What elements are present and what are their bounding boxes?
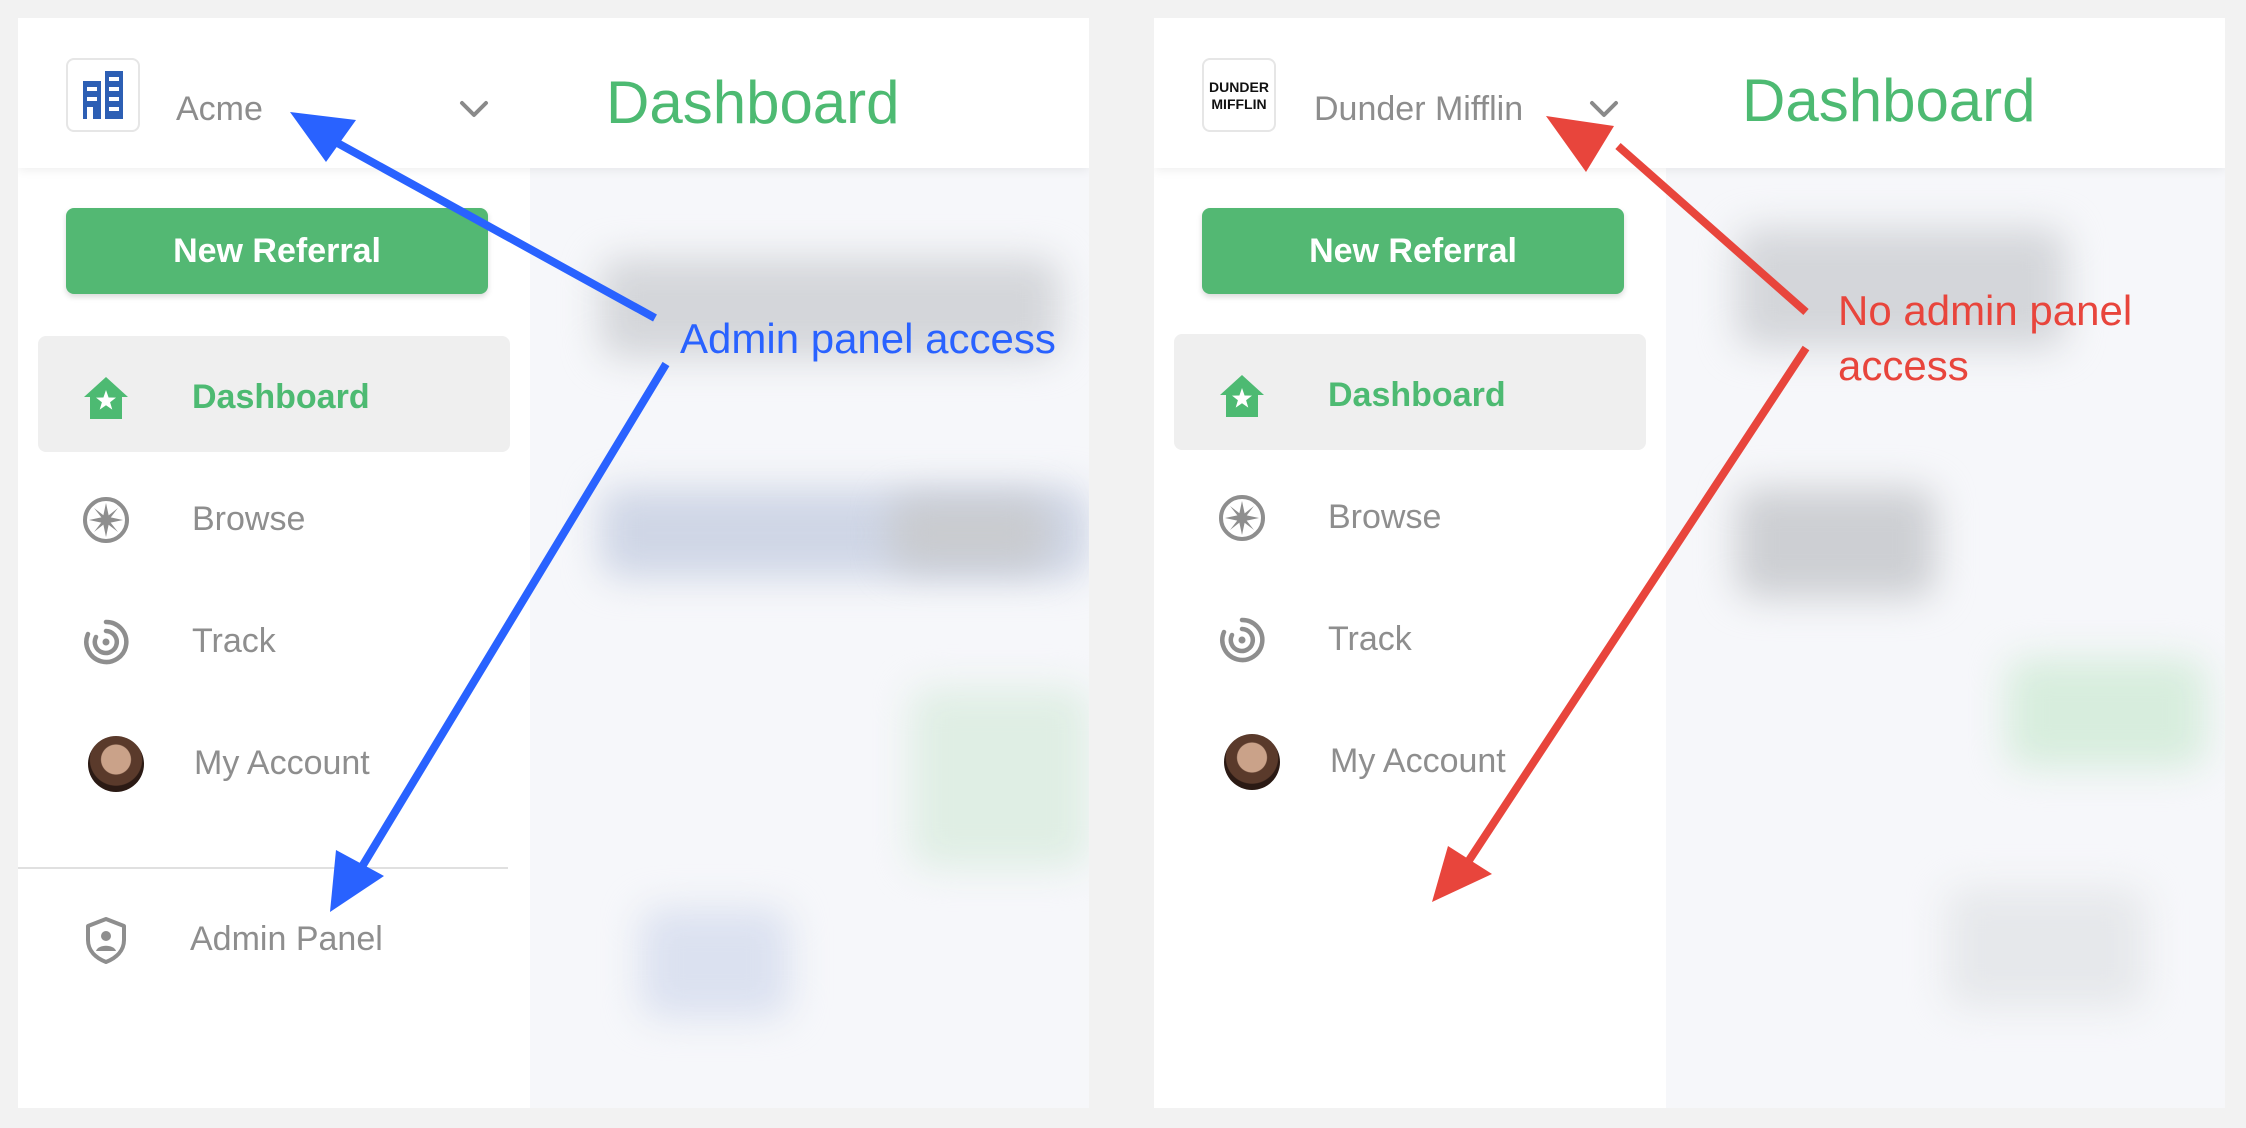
sidebar-item-browse[interactable]: Browse <box>1174 456 1646 572</box>
sidebar-item-label: My Account <box>194 744 370 782</box>
target-icon <box>1220 617 1265 663</box>
page-title: Dashboard <box>606 69 900 136</box>
sidebar-item-label: Admin Panel <box>190 920 383 958</box>
svg-text:DUNDER: DUNDER <box>1209 79 1269 95</box>
sidebar-item-my-account[interactable]: My Account <box>38 702 510 818</box>
building-icon <box>83 71 123 119</box>
sidebar-item-label: Dashboard <box>192 378 370 416</box>
sidebar-item-dashboard[interactable]: Dashboard <box>38 336 510 452</box>
header: DUNDER MIFFLIN Dunder Mifflin Dashboard <box>1154 18 2225 168</box>
home-star-icon <box>1220 375 1264 417</box>
annotation-admin-access: Admin panel access <box>680 315 1056 362</box>
org-logo[interactable] <box>66 58 140 132</box>
sidebar-item-my-account[interactable]: My Account <box>1174 700 1646 816</box>
acme-screen: Acme Dashboard New Referral Dashboard Br… <box>18 18 1089 1108</box>
blurred-content <box>530 168 1089 1108</box>
chevron-down-icon[interactable] <box>456 95 492 123</box>
sidebar-item-track[interactable]: Track <box>38 580 510 696</box>
shield-user-icon <box>86 917 126 964</box>
sidebar-item-label: My Account <box>1330 742 1506 780</box>
sidebar: New Referral Dashboard Browse Track My A… <box>1154 168 1666 1108</box>
org-logo[interactable]: DUNDER MIFFLIN <box>1202 58 1276 132</box>
compass-icon <box>1219 495 1265 541</box>
comparison-stage: Acme Dashboard New Referral Dashboard Br… <box>0 0 2246 1128</box>
avatar <box>1224 734 1280 790</box>
target-icon <box>84 619 129 665</box>
sidebar-item-label: Browse <box>1328 498 1442 536</box>
sidebar-item-label: Track <box>192 622 276 660</box>
sidebar-item-browse[interactable]: Browse <box>38 458 510 574</box>
compass-icon <box>83 497 129 543</box>
org-name[interactable]: Dunder Mifflin <box>1314 92 1523 126</box>
sidebar-item-dashboard[interactable]: Dashboard <box>1174 334 1646 450</box>
sidebar-item-label: Track <box>1328 620 1412 658</box>
new-referral-button[interactable]: New Referral <box>66 208 488 294</box>
sidebar-item-track[interactable]: Track <box>1174 578 1646 694</box>
new-referral-button[interactable]: New Referral <box>1202 208 1624 294</box>
sidebar-item-label: Dashboard <box>1328 376 1506 414</box>
avatar <box>88 736 144 792</box>
dunder-mifflin-screen: DUNDER MIFFLIN Dunder Mifflin Dashboard … <box>1154 18 2225 1108</box>
org-name[interactable]: Acme <box>176 92 263 126</box>
sidebar: New Referral Dashboard Browse Track My A… <box>18 168 530 1108</box>
header: Acme Dashboard <box>18 18 1089 168</box>
page-title: Dashboard <box>1742 67 2036 134</box>
home-star-icon <box>84 377 128 419</box>
sidebar-item-admin-panel[interactable]: Admin Panel <box>38 878 510 994</box>
chevron-down-icon[interactable] <box>1586 95 1622 123</box>
annotation-no-admin-access: No admin panel access <box>1838 287 2133 389</box>
sidebar-item-label: Browse <box>192 500 306 538</box>
svg-text:MIFFLIN: MIFFLIN <box>1211 96 1266 112</box>
dunder-mifflin-logo: DUNDER MIFFLIN <box>1209 79 1269 112</box>
sidebar-divider <box>18 867 508 869</box>
